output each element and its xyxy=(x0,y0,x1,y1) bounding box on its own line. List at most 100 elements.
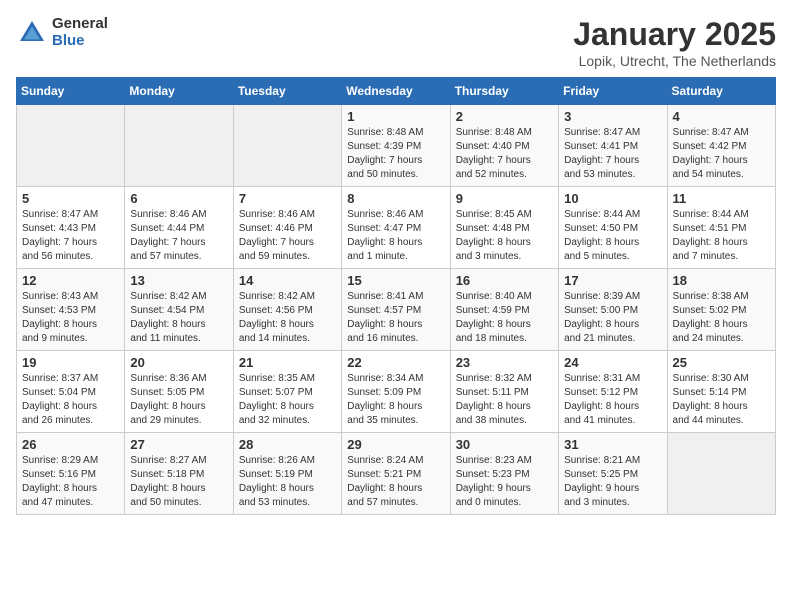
day-number: 28 xyxy=(239,437,336,452)
day-cell: 26 Sunrise: 8:29 AM Sunset: 5:16 PM Dayli… xyxy=(17,433,125,515)
day-number: 25 xyxy=(673,355,770,370)
day-cell xyxy=(233,105,341,187)
day-info: Sunrise: 8:39 AM Sunset: 5:00 PM Dayligh… xyxy=(564,290,661,346)
day-cell: 5 Sunrise: 8:47 AM Sunset: 4:43 PM Daylig… xyxy=(17,187,125,269)
day-info: Sunrise: 8:29 AM Sunset: 5:16 PM Dayligh… xyxy=(22,454,119,510)
day-cell: 19 Sunrise: 8:37 AM Sunset: 5:04 PM Dayli… xyxy=(17,351,125,433)
day-info: Sunrise: 8:47 AM Sunset: 4:43 PM Dayligh… xyxy=(22,208,119,264)
day-info: Sunrise: 8:32 AM Sunset: 5:11 PM Dayligh… xyxy=(456,372,553,428)
day-info: Sunrise: 8:24 AM Sunset: 5:21 PM Dayligh… xyxy=(347,454,444,510)
day-info: Sunrise: 8:42 AM Sunset: 4:54 PM Dayligh… xyxy=(130,290,227,346)
day-info: Sunrise: 8:37 AM Sunset: 5:04 PM Dayligh… xyxy=(22,372,119,428)
day-number: 27 xyxy=(130,437,227,452)
day-number: 13 xyxy=(130,273,227,288)
subtitle: Lopik, Utrecht, The Netherlands xyxy=(573,53,776,69)
day-cell: 13 Sunrise: 8:42 AM Sunset: 4:54 PM Dayli… xyxy=(125,269,233,351)
day-number: 2 xyxy=(456,109,553,124)
day-info: Sunrise: 8:35 AM Sunset: 5:07 PM Dayligh… xyxy=(239,372,336,428)
day-number: 7 xyxy=(239,191,336,206)
day-cell xyxy=(17,105,125,187)
day-cell: 27 Sunrise: 8:27 AM Sunset: 5:18 PM Dayli… xyxy=(125,433,233,515)
day-cell: 17Sunrise: 8:39 AM Sunset: 5:00 PM Dayli… xyxy=(559,269,667,351)
day-info: Sunrise: 8:44 AM Sunset: 4:51 PM Dayligh… xyxy=(673,208,770,264)
day-cell: 23Sunrise: 8:32 AM Sunset: 5:11 PM Dayli… xyxy=(450,351,558,433)
day-number: 31 xyxy=(564,437,661,452)
day-cell: 8 Sunrise: 8:46 AM Sunset: 4:47 PM Daylig… xyxy=(342,187,450,269)
main-title: January 2025 xyxy=(573,16,776,53)
day-number: 3 xyxy=(564,109,661,124)
week-row-1: 5 Sunrise: 8:47 AM Sunset: 4:43 PM Daylig… xyxy=(17,187,776,269)
day-cell: 15 Sunrise: 8:41 AM Sunset: 4:57 PM Dayli… xyxy=(342,269,450,351)
day-info: Sunrise: 8:30 AM Sunset: 5:14 PM Dayligh… xyxy=(673,372,770,428)
day-number: 5 xyxy=(22,191,119,206)
page-header: General Blue January 2025 Lopik, Utrecht… xyxy=(16,16,776,69)
day-cell: 16Sunrise: 8:40 AM Sunset: 4:59 PM Dayli… xyxy=(450,269,558,351)
day-number: 4 xyxy=(673,109,770,124)
day-info: Sunrise: 8:46 AM Sunset: 4:46 PM Dayligh… xyxy=(239,208,336,264)
day-cell: 3 Sunrise: 8:47 AM Sunset: 4:41 PM Daylig… xyxy=(559,105,667,187)
header-thursday: Thursday xyxy=(450,78,558,105)
day-cell xyxy=(125,105,233,187)
day-number: 10 xyxy=(564,191,661,206)
day-number: 29 xyxy=(347,437,444,452)
day-cell: 1Sunrise: 8:48 AM Sunset: 4:39 PM Daylig… xyxy=(342,105,450,187)
header-wednesday: Wednesday xyxy=(342,78,450,105)
calendar-table: SundayMondayTuesdayWednesdayThursdayFrid… xyxy=(16,77,776,515)
logo-text: General Blue xyxy=(52,16,108,49)
header-row: SundayMondayTuesdayWednesdayThursdayFrid… xyxy=(17,78,776,105)
day-info: Sunrise: 8:45 AM Sunset: 4:48 PM Dayligh… xyxy=(456,208,553,264)
day-cell: 28 Sunrise: 8:26 AM Sunset: 5:19 PM Dayli… xyxy=(233,433,341,515)
day-cell: 7 Sunrise: 8:46 AM Sunset: 4:46 PM Daylig… xyxy=(233,187,341,269)
logo: General Blue xyxy=(16,16,108,49)
day-info: Sunrise: 8:23 AM Sunset: 5:23 PM Dayligh… xyxy=(456,454,553,510)
day-info: Sunrise: 8:34 AM Sunset: 5:09 PM Dayligh… xyxy=(347,372,444,428)
day-cell: 6 Sunrise: 8:46 AM Sunset: 4:44 PM Daylig… xyxy=(125,187,233,269)
day-info: Sunrise: 8:46 AM Sunset: 4:44 PM Dayligh… xyxy=(130,208,227,264)
day-number: 22 xyxy=(347,355,444,370)
day-number: 20 xyxy=(130,355,227,370)
day-number: 15 xyxy=(347,273,444,288)
day-cell: 29 Sunrise: 8:24 AM Sunset: 5:21 PM Dayli… xyxy=(342,433,450,515)
day-info: Sunrise: 8:21 AM Sunset: 5:25 PM Dayligh… xyxy=(564,454,661,510)
week-row-0: 1Sunrise: 8:48 AM Sunset: 4:39 PM Daylig… xyxy=(17,105,776,187)
day-info: Sunrise: 8:41 AM Sunset: 4:57 PM Dayligh… xyxy=(347,290,444,346)
day-cell: 14 Sunrise: 8:42 AM Sunset: 4:56 PM Dayli… xyxy=(233,269,341,351)
header-monday: Monday xyxy=(125,78,233,105)
day-number: 21 xyxy=(239,355,336,370)
header-saturday: Saturday xyxy=(667,78,775,105)
day-number: 18 xyxy=(673,273,770,288)
day-number: 19 xyxy=(22,355,119,370)
day-info: Sunrise: 8:47 AM Sunset: 4:41 PM Dayligh… xyxy=(564,126,661,182)
day-info: Sunrise: 8:48 AM Sunset: 4:40 PM Dayligh… xyxy=(456,126,553,182)
day-cell: 11Sunrise: 8:44 AM Sunset: 4:51 PM Dayli… xyxy=(667,187,775,269)
day-cell xyxy=(667,433,775,515)
day-info: Sunrise: 8:44 AM Sunset: 4:50 PM Dayligh… xyxy=(564,208,661,264)
day-info: Sunrise: 8:38 AM Sunset: 5:02 PM Dayligh… xyxy=(673,290,770,346)
day-number: 8 xyxy=(347,191,444,206)
day-info: Sunrise: 8:47 AM Sunset: 4:42 PM Dayligh… xyxy=(673,126,770,182)
week-row-4: 26 Sunrise: 8:29 AM Sunset: 5:16 PM Dayli… xyxy=(17,433,776,515)
week-row-3: 19 Sunrise: 8:37 AM Sunset: 5:04 PM Dayli… xyxy=(17,351,776,433)
day-info: Sunrise: 8:40 AM Sunset: 4:59 PM Dayligh… xyxy=(456,290,553,346)
logo-general-text: General xyxy=(52,16,108,33)
day-number: 30 xyxy=(456,437,553,452)
logo-icon xyxy=(16,17,48,49)
day-info: Sunrise: 8:48 AM Sunset: 4:39 PM Dayligh… xyxy=(347,126,444,182)
day-info: Sunrise: 8:43 AM Sunset: 4:53 PM Dayligh… xyxy=(22,290,119,346)
day-number: 6 xyxy=(130,191,227,206)
day-info: Sunrise: 8:42 AM Sunset: 4:56 PM Dayligh… xyxy=(239,290,336,346)
day-number: 26 xyxy=(22,437,119,452)
logo-blue-text: Blue xyxy=(52,33,108,50)
day-cell: 10 Sunrise: 8:44 AM Sunset: 4:50 PM Dayli… xyxy=(559,187,667,269)
day-info: Sunrise: 8:26 AM Sunset: 5:19 PM Dayligh… xyxy=(239,454,336,510)
day-info: Sunrise: 8:31 AM Sunset: 5:12 PM Dayligh… xyxy=(564,372,661,428)
day-cell: 20Sunrise: 8:36 AM Sunset: 5:05 PM Dayli… xyxy=(125,351,233,433)
day-cell: 18 Sunrise: 8:38 AM Sunset: 5:02 PM Dayli… xyxy=(667,269,775,351)
day-number: 14 xyxy=(239,273,336,288)
day-info: Sunrise: 8:46 AM Sunset: 4:47 PM Dayligh… xyxy=(347,208,444,264)
day-cell: 25 Sunrise: 8:30 AM Sunset: 5:14 PM Dayli… xyxy=(667,351,775,433)
day-info: Sunrise: 8:27 AM Sunset: 5:18 PM Dayligh… xyxy=(130,454,227,510)
day-number: 9 xyxy=(456,191,553,206)
day-number: 12 xyxy=(22,273,119,288)
header-tuesday: Tuesday xyxy=(233,78,341,105)
